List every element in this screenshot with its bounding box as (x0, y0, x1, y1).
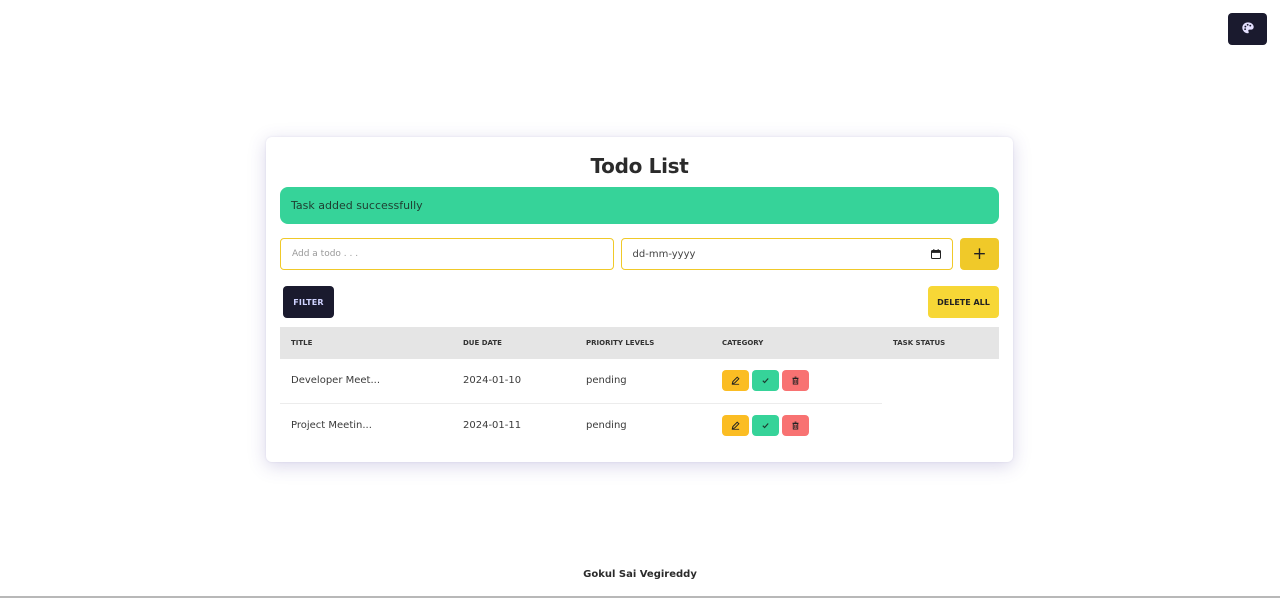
delete-button[interactable] (782, 370, 809, 392)
todo-card: Todo List Task added successfully dd-mm-… (266, 137, 1013, 462)
delete-all-button[interactable]: DELETE ALL (928, 286, 999, 318)
cell-task-status (882, 359, 999, 403)
palette-icon (1241, 20, 1255, 39)
alert-message: Task added successfully (291, 199, 423, 212)
trash-icon (791, 418, 800, 433)
trash-icon (791, 373, 800, 388)
cell-due-date: 2024-01-11 (463, 419, 522, 431)
table-row: Project Meetin... 2024-01-11 pending (280, 403, 999, 447)
todo-input[interactable] (280, 238, 614, 270)
table-row: Developer Meet... 2024-01-10 pending (280, 359, 999, 404)
edit-button[interactable] (722, 370, 749, 392)
delete-button[interactable] (782, 414, 809, 436)
add-todo-button[interactable]: + (960, 238, 999, 270)
cell-task-status (882, 403, 999, 447)
action-bar: FILTER DELETE ALL (280, 286, 999, 318)
complete-button[interactable] (752, 370, 779, 392)
column-header-task-status: TASK STATUS (893, 339, 946, 347)
column-header-due-date: DUE DATE (463, 339, 502, 347)
date-placeholder: dd-mm-yyyy (632, 248, 696, 260)
cell-title: Project Meetin... (291, 419, 372, 431)
cell-title: Developer Meet... (280, 359, 452, 404)
column-header-title: TITLE (291, 339, 313, 347)
filter-button[interactable]: FILTER (283, 286, 334, 318)
theme-toggle-button[interactable] (1228, 13, 1267, 45)
table-header-row: TITLE DUE DATE PRIORITY LEVELS CATEGORY … (280, 327, 999, 359)
page-title: Todo List (590, 154, 689, 178)
edit-button[interactable] (722, 414, 749, 436)
cell-actions (711, 403, 882, 447)
check-icon (761, 373, 770, 388)
cell-due-date: 2024-01-10 (452, 359, 575, 404)
pencil-icon (731, 418, 740, 433)
add-todo-form: dd-mm-yyyy + (280, 238, 999, 270)
cell-actions (711, 359, 882, 404)
check-icon (761, 418, 770, 433)
complete-button[interactable] (752, 414, 779, 436)
footer-author: Gokul Sai Vegireddy (583, 569, 697, 580)
todo-table: TITLE DUE DATE PRIORITY LEVELS CATEGORY … (280, 327, 999, 447)
page: Todo List Task added successfully dd-mm-… (0, 0, 1280, 598)
column-header-priority: PRIORITY LEVELS (586, 339, 655, 347)
calendar-icon[interactable] (931, 249, 942, 259)
success-alert: Task added successfully (280, 187, 999, 224)
pencil-icon (731, 373, 740, 388)
cell-priority: pending (586, 419, 627, 431)
due-date-input[interactable]: dd-mm-yyyy (620, 238, 954, 270)
column-header-category: CATEGORY (722, 339, 764, 347)
cell-priority: pending (575, 359, 711, 404)
